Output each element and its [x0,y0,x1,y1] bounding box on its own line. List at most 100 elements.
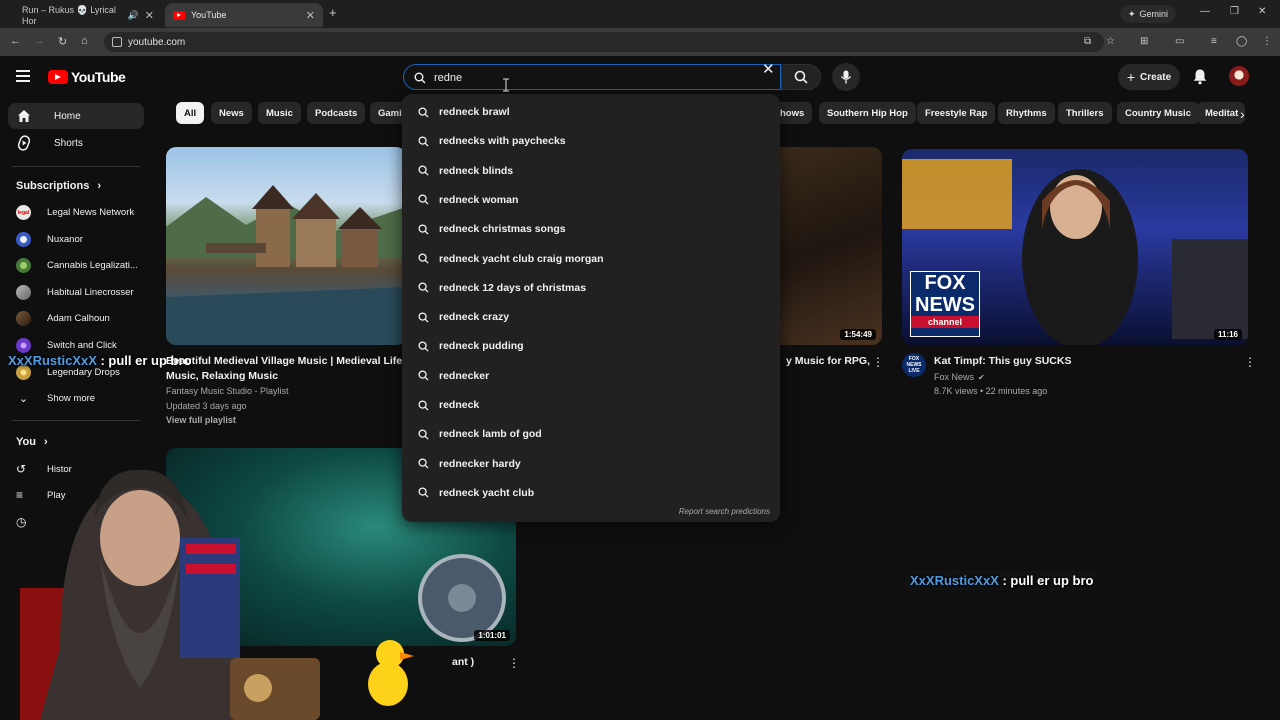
sidepanel-icon[interactable]: ▭ [1175,36,1184,47]
search-submit-icon [794,70,808,84]
playlist-channel[interactable]: Fantasy Music Studio - Playlist [166,384,289,399]
search-suggestion-item[interactable]: redneck yacht club [402,480,780,506]
search-suggestion-item[interactable]: redneck woman [402,187,780,213]
sidebar-subscription[interactable]: legal Legal News Network [16,205,146,220]
search-suggestion-item[interactable]: redneck crazy [402,304,780,330]
back-icon[interactable]: ← [10,35,21,47]
suggestion-label: redneck crazy [439,311,510,324]
chip-thrillers[interactable]: Thrillers [1058,102,1112,124]
new-tab-icon[interactable]: + [329,5,337,20]
close-tab-icon[interactable]: ✕ [145,9,154,22]
chip-freestyle-rap[interactable]: Freestyle Rap [917,102,996,124]
search-button[interactable] [781,64,821,90]
notifications-bell-icon[interactable] [1192,68,1208,90]
forward-icon[interactable]: → [34,35,45,47]
audio-icon[interactable]: 🔊 [128,10,139,21]
search-icon [418,224,429,235]
sidebar-subscription[interactable]: Switch and Click [16,338,146,353]
search-suggestion-item[interactable]: redneck christmas songs [402,216,780,242]
video-menu-icon[interactable]: ⋮ [1244,355,1256,369]
search-suggestion-item[interactable]: redneck yacht club craig morgan [402,246,780,272]
bookmark-star-icon[interactable]: ☆ [1106,36,1115,47]
video-title[interactable]: y Music for RPG, [786,354,870,369]
video-title-line2[interactable]: Music, Relaxing Music [166,369,278,384]
channel-avatar [16,285,31,300]
plus-icon: + [1126,69,1136,85]
extensions-icon[interactable]: ⊞ [1140,36,1148,47]
video-duration: 1:54:49 [840,329,876,340]
chip-southern-hip-hop[interactable]: Southern Hip Hop [819,102,916,124]
window-close-icon[interactable]: ✕ [1258,6,1266,17]
address-bar[interactable]: youtube.com [104,32,1104,52]
channel-avatar-fox[interactable]: FOX NEWS LIVE [902,353,926,377]
chat-username: XxXRusticXxX [8,353,97,368]
site-info-icon[interactable] [112,37,122,47]
search-suggestion-item[interactable]: redneck [402,392,780,418]
suggestion-label: redneck woman [439,193,519,206]
chips-next-arrow-icon[interactable]: › [1240,106,1245,122]
home-page-icon[interactable]: ⌂ [81,35,88,47]
sidebar-subscription[interactable]: Adam Calhoun [16,311,146,326]
shorts-icon [16,135,32,151]
sidebar-subscription[interactable]: Habitual Linecrosser [16,285,146,300]
install-app-icon[interactable]: ⧉ [1084,36,1091,47]
search-suggestion-item[interactable]: rednecker hardy [402,451,780,477]
video-thumbnail[interactable] [166,147,406,345]
search-suggestion-item[interactable]: redneck blinds [402,158,780,184]
search-suggestion-item[interactable]: redneck lamb of god [402,421,780,447]
sidebar-item-home[interactable]: Home [8,103,144,129]
search-suggestion-item[interactable]: rednecker [402,363,780,389]
search-box[interactable] [403,64,781,90]
text-cursor-icon [503,78,509,92]
clear-search-icon[interactable]: ✕ [762,60,775,78]
voice-search-button[interactable] [832,63,860,91]
profile-icon[interactable]: ◯ [1236,36,1247,47]
gemini-button[interactable]: ✦ Gemini [1120,5,1177,23]
browser-menu-icon[interactable]: ⋮ [1262,36,1272,47]
media-controls-icon[interactable]: ≡ [1211,36,1217,47]
minimize-icon[interactable]: — [1200,6,1210,17]
youtube-logo[interactable]: YouTube [48,69,126,85]
subscriptions-heading[interactable]: Subscriptions › [16,180,101,192]
chip-news[interactable]: News [211,102,252,124]
sidebar-divider [12,420,140,421]
video-menu-icon[interactable]: ⋮ [872,355,884,369]
search-suggestion-item[interactable]: rednecks with paychecks [402,128,780,154]
chip-podcasts[interactable]: Podcasts [307,102,366,124]
report-search-predictions-link[interactable]: Report search predictions [679,507,770,516]
video-stats: 8.7K views • 22 minutes ago [934,386,1048,396]
sidebar-subscription[interactable]: Nuxanor [16,232,146,247]
chip-rhythms[interactable]: Rhythms [998,102,1055,124]
chip-meditation[interactable]: Meditat [1197,102,1245,124]
create-button[interactable]: + Create [1118,64,1180,90]
sidebar-item-shorts[interactable]: Shorts [8,130,144,156]
show-more-label: Show more [47,393,96,404]
video-thumbnail[interactable]: FOX NEWS channel 11:16 [902,149,1248,345]
search-suggestion-item[interactable]: redneck pudding [402,333,780,359]
video-channel[interactable]: Fox News ✔ [934,370,985,385]
search-suggestion-item[interactable]: redneck brawl [402,99,780,125]
reload-icon[interactable]: ↻ [58,35,67,48]
view-full-playlist-link[interactable]: View full playlist [166,413,236,428]
sidebar-divider [12,166,140,167]
restore-icon[interactable]: ❐ [1230,6,1239,17]
close-tab-icon[interactable]: ✕ [306,9,315,22]
video-title-line1[interactable]: Beautiful Medieval Village Music | Medie… [166,354,402,369]
search-input[interactable] [434,69,754,86]
show-more-button[interactable]: ⌄ Show more [16,392,146,405]
search-icon [418,136,429,147]
guide-menu-icon[interactable] [16,70,30,82]
chip-country-music[interactable]: Country Music [1117,102,1199,124]
chip-music[interactable]: Music [258,102,301,124]
account-avatar[interactable] [1229,66,1249,86]
browser-tab-music[interactable]: Run – Rukus 💀 Lyrical Hor 🔊 ✕ [14,3,162,27]
channel-avatar [16,338,31,353]
browser-tab-youtube[interactable]: YouTube ✕ [165,3,323,27]
search-suggestion-item[interactable]: redneck 12 days of christmas [402,275,780,301]
video-title[interactable]: Kat Timpf: This guy SUCKS [934,354,1071,369]
sidebar-subscription[interactable]: Cannabis Legalizati... [16,258,146,273]
video-thumbnail[interactable]: 1:54:49 [778,147,882,345]
sidebar-item-label: Shorts [54,137,83,149]
you-heading[interactable]: You › [16,436,48,448]
chip-all[interactable]: All [176,102,205,124]
